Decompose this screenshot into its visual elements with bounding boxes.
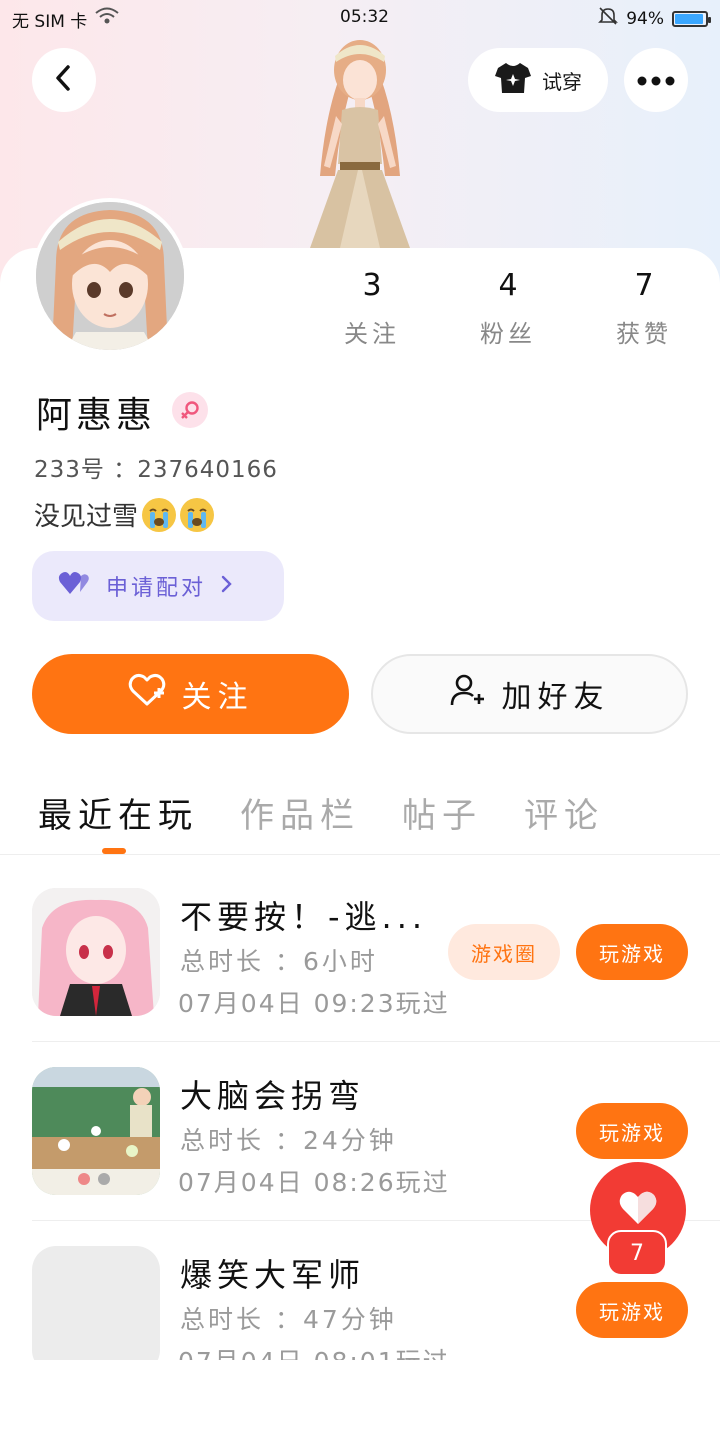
carrier-label: 无 SIM 卡 (12, 12, 88, 32)
stat-likes-count: 7 (634, 268, 654, 303)
game-last-played: 07月04日 08:26玩过 (178, 1168, 450, 1197)
wifi-icon (94, 6, 120, 31)
game-circle-button[interactable]: 游戏圈 (448, 924, 560, 980)
user-id: 233号 ：237640166 (34, 457, 278, 483)
more-dots-icon (637, 71, 675, 90)
avatar-character-figure (280, 36, 440, 248)
try-on-button[interactable]: 试穿 (468, 48, 608, 112)
add-user-icon (450, 673, 486, 715)
game-last-played: 07月04日 09:23玩过 (178, 989, 450, 1018)
divider (32, 1041, 720, 1042)
follow-label: 关注 (181, 680, 254, 715)
play-game-button[interactable]: 玩游戏 (576, 1103, 688, 1159)
chevron-left-icon (52, 64, 76, 96)
game-duration: 总时长 ：24分钟 (180, 1126, 397, 1155)
bio-text: 没见过雪 (34, 502, 139, 532)
tab-comments[interactable]: 评论 (524, 788, 604, 837)
tab-works[interactable]: 作品栏 (240, 788, 360, 837)
avatar[interactable] (32, 198, 188, 354)
heart-plus-icon (128, 673, 166, 715)
crying-emoji-icon (142, 497, 177, 532)
try-on-label: 试穿 (542, 69, 582, 94)
tab-posts[interactable]: 帖子 (402, 788, 482, 837)
game-list-item[interactable]: 不要按！-逃... 总时长 ：6小时 07月04日 09:23玩过 游戏圈 玩游… (0, 888, 720, 1066)
game-thumbnail (32, 888, 160, 1016)
active-tab-indicator (102, 848, 126, 854)
profile-name: 阿惠惠 (36, 395, 157, 436)
game-last-played: 07月04日 08:01玩过 (178, 1342, 450, 1360)
stat-following[interactable]: 3 关注 (312, 266, 432, 349)
follow-button[interactable]: 关注 (32, 654, 349, 734)
game-title: 大脑会拐弯 (180, 1077, 366, 1115)
heart-icon (618, 1190, 658, 1230)
floating-like-count: 7 (607, 1230, 667, 1276)
stat-following-label: 关注 (344, 320, 400, 348)
play-game-button[interactable]: 玩游戏 (576, 924, 688, 980)
bio: 没见过雪 (34, 496, 215, 533)
double-heart-icon (58, 570, 92, 602)
battery-icon (672, 10, 711, 27)
stat-followers-count: 4 (498, 268, 518, 303)
add-friend-label: 加好友 (501, 680, 610, 715)
game-duration: 总时长 ：6小时 (180, 947, 378, 976)
stat-followers[interactable]: 4 粉丝 (448, 266, 568, 349)
play-game-button[interactable]: 玩游戏 (576, 1282, 688, 1338)
profile-tabs: 最近在玩 作品栏 帖子 评论 (0, 780, 720, 855)
status-bar: 无 SIM 卡 05:32 94% (0, 0, 720, 34)
game-thumbnail (32, 1067, 160, 1195)
request-pair-label: 申请配对 (106, 576, 207, 601)
more-options-button[interactable] (624, 48, 688, 112)
request-pair-button[interactable]: 申请配对 (32, 551, 284, 621)
shirt-sparkle-icon (494, 61, 532, 100)
game-title: 不要按！-逃... (180, 898, 428, 936)
back-button[interactable] (32, 48, 96, 112)
chevron-right-icon (220, 574, 232, 599)
crying-emoji-icon (180, 497, 215, 532)
game-title: 爆笑大军师 (180, 1256, 366, 1294)
stat-following-count: 3 (362, 268, 382, 303)
battery-percent: 94% (626, 8, 664, 29)
game-thumbnail (32, 1246, 160, 1360)
stat-likes[interactable]: 7 获赞 (584, 266, 704, 349)
stat-followers-label: 粉丝 (480, 320, 536, 348)
female-icon (172, 392, 208, 428)
mute-bell-icon (598, 6, 619, 31)
game-duration: 总时长 ：47分钟 (180, 1305, 397, 1334)
tab-recently-played[interactable]: 最近在玩 (38, 788, 198, 837)
stat-likes-label: 获赞 (616, 320, 672, 348)
add-friend-button[interactable]: 加好友 (371, 654, 688, 734)
clock: 05:32 (340, 7, 389, 27)
